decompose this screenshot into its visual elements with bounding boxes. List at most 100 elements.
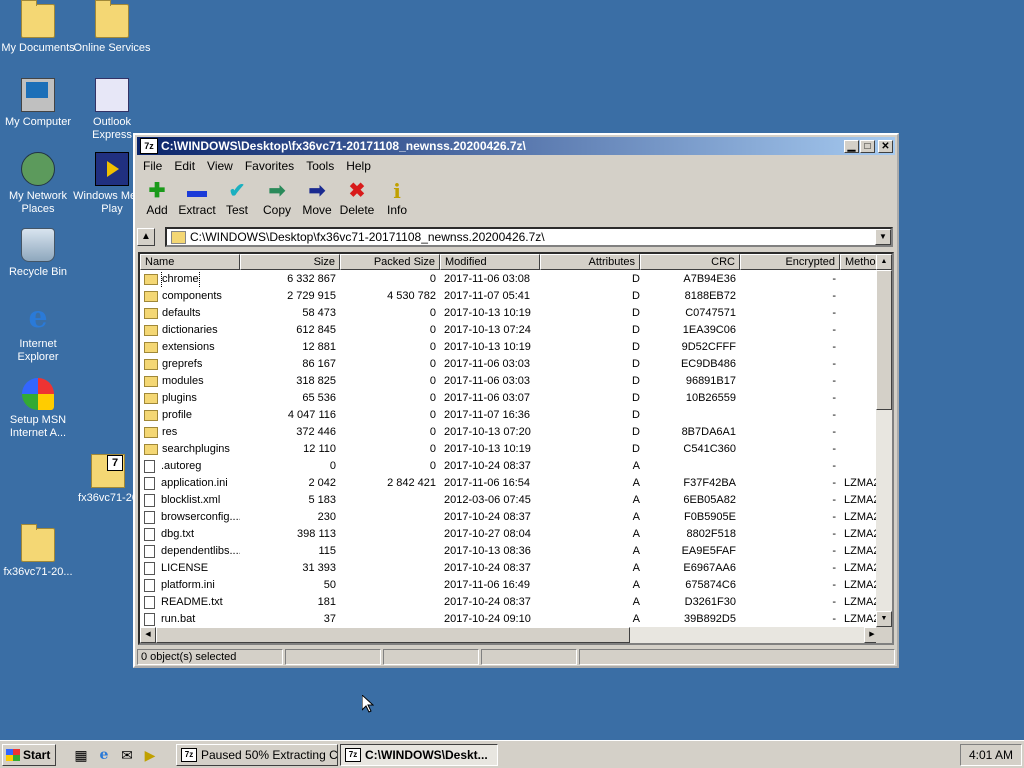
scroll-down-button[interactable]: ▼ xyxy=(876,611,892,627)
cell-name[interactable]: application.ini xyxy=(140,475,240,492)
address-value[interactable]: C:\WINDOWS\Desktop\fx36vc71-20171108_new… xyxy=(190,230,875,244)
cell-name[interactable]: res xyxy=(140,424,240,441)
cell-name[interactable]: run.bat xyxy=(140,611,240,628)
desktop-icon-recycle-bin[interactable]: Recycle Bin xyxy=(0,228,78,279)
cell-name[interactable]: chrome xyxy=(140,271,240,288)
extract-button[interactable]: ▬ Extract xyxy=(177,177,217,225)
taskbar-button-extracting[interactable]: 7z Paused 50% Extracting C:\... xyxy=(176,744,338,766)
taskbar-button-7zip-window[interactable]: 7z C:\WINDOWS\Deskt... xyxy=(340,744,498,766)
cell-name[interactable]: dependentlibs.... xyxy=(140,543,240,560)
table-row[interactable]: modules 318 825 0 2017-11-06 03:03 D 96891B17… xyxy=(140,373,892,390)
table-row[interactable]: dbg.txt 398 113 2017-10-27 08:04 A 8802F518 -… xyxy=(140,526,892,543)
table-row[interactable]: plugins 65 536 0 2017-11-06 03:07 D 10B26559 - xyxy=(140,390,892,407)
add-button[interactable]: ✚ Add xyxy=(137,177,177,225)
cell-name[interactable]: profile xyxy=(140,407,240,424)
table-row[interactable]: dictionaries 612 845 0 2017-10-13 07:24 D 1EA… xyxy=(140,322,892,339)
cell-name[interactable]: platform.ini xyxy=(140,577,240,594)
table-row[interactable]: profile 4 047 116 0 2017-11-07 16:36 D - xyxy=(140,407,892,424)
desktop-icon-online-services[interactable]: Online Services xyxy=(72,0,152,55)
internet-explorer-icon[interactable]: e xyxy=(95,746,113,764)
table-row[interactable]: components 2 729 915 4 530 782 2017-11-07 0… xyxy=(140,288,892,305)
horizontal-scrollbar[interactable]: ◀ ▶ xyxy=(140,627,880,643)
desktop-icon-my-computer[interactable]: My Computer xyxy=(0,78,78,129)
cell-name[interactable]: extensions xyxy=(140,339,240,356)
vertical-scrollbar[interactable]: ▲ ▼ xyxy=(876,254,892,627)
table-row[interactable]: run.bat 37 2017-10-24 09:10 A 39B892D5- LZMA2 xyxy=(140,611,892,628)
scroll-up-button[interactable]: ▲ xyxy=(876,254,892,270)
table-row[interactable]: greprefs 86 167 0 2017-11-06 03:03 D EC9DB486… xyxy=(140,356,892,373)
desktop-icon-my-network-places[interactable]: My Network Places xyxy=(0,152,78,216)
cell-name[interactable]: .autoreg xyxy=(140,458,240,475)
address-combobox[interactable]: C:\WINDOWS\Desktop\fx36vc71-20171108_new… xyxy=(165,227,893,247)
test-button[interactable]: ✔ Test xyxy=(217,177,257,225)
file-list[interactable]: Name Size Packed Size Modified Attribute… xyxy=(138,252,894,645)
cell-name[interactable]: greprefs xyxy=(140,356,240,373)
up-folder-button[interactable]: ▲ xyxy=(137,228,155,246)
cell-name[interactable]: dbg.txt xyxy=(140,526,240,543)
menu-favorites[interactable]: Favorites xyxy=(239,157,300,175)
close-button[interactable]: ✕ xyxy=(878,139,893,153)
cell-packed-size: 0 xyxy=(429,426,436,438)
vertical-scroll-thumb[interactable] xyxy=(876,270,892,410)
outlook-express-icon[interactable]: ✉ xyxy=(118,746,136,764)
horizontal-scroll-thumb[interactable] xyxy=(156,627,630,643)
copy-button[interactable]: ➡ Copy xyxy=(257,177,297,225)
7zip-app-icon[interactable]: 7z xyxy=(140,138,158,154)
cell-name[interactable]: modules xyxy=(140,373,240,390)
column-header-name[interactable]: Name xyxy=(140,254,240,270)
maximize-button[interactable]: □ xyxy=(860,139,875,153)
table-row[interactable]: defaults 58 473 0 2017-10-13 10:19 D C0747571… xyxy=(140,305,892,322)
desktop-icon-internet-explorer[interactable]: e Internet Explorer xyxy=(0,302,78,364)
column-header-encrypted[interactable]: Encrypted xyxy=(740,254,840,270)
menu-file[interactable]: File xyxy=(137,157,168,175)
table-row[interactable]: res 372 446 0 2017-10-13 07:20 D 8B7DA6A1 - xyxy=(140,424,892,441)
column-header-attributes[interactable]: Attributes xyxy=(540,254,640,270)
cell-name[interactable]: searchplugins xyxy=(140,441,240,458)
media-player-icon[interactable]: ▶ xyxy=(141,746,159,764)
scroll-left-button[interactable]: ◀ xyxy=(140,627,156,643)
cell-encrypted: - xyxy=(832,477,836,489)
desktop-icon-label: My Documents xyxy=(1,42,75,54)
table-row[interactable]: searchplugins 12 110 0 2017-10-13 10:19 D C54… xyxy=(140,441,892,458)
desktop-icon-my-documents[interactable]: My Documents xyxy=(0,0,78,55)
column-header-packed-size[interactable]: Packed Size xyxy=(340,254,440,270)
menu-edit[interactable]: Edit xyxy=(168,157,201,175)
desktop-icon-extracted-folder[interactable]: fx36vc71-20... xyxy=(0,524,78,579)
cell-name[interactable]: components xyxy=(140,288,240,305)
status-selection: 0 object(s) selected xyxy=(137,649,283,665)
cell-name[interactable]: browserconfig.... xyxy=(140,509,240,526)
chevron-down-icon[interactable]: ▼ xyxy=(875,229,891,245)
table-row[interactable]: blocklist.xml 5 183 2012-03-06 07:45 A 6EB05… xyxy=(140,492,892,509)
move-button[interactable]: ➡ Move xyxy=(297,177,337,225)
cell-name[interactable]: README.txt xyxy=(140,594,240,611)
column-header-modified[interactable]: Modified xyxy=(440,254,540,270)
cell-name[interactable]: dictionaries xyxy=(140,322,240,339)
cell-name[interactable]: defaults xyxy=(140,305,240,322)
table-row[interactable]: chrome 6 332 867 0 2017-11-06 03:08 D A7B94E3… xyxy=(140,271,892,288)
cell-name[interactable]: LICENSE xyxy=(140,560,240,577)
column-header-crc[interactable]: CRC xyxy=(640,254,740,270)
column-header-method[interactable]: Method xyxy=(840,254,880,270)
cell-name[interactable]: plugins xyxy=(140,390,240,407)
system-tray-clock[interactable]: 4:01 AM xyxy=(960,744,1022,766)
show-desktop-icon[interactable]: ▦ xyxy=(72,746,90,764)
desktop-icon-setup-msn[interactable]: Setup MSN Internet A... xyxy=(0,378,78,440)
title-bar[interactable]: 7z C:\WINDOWS\Desktop\fx36vc71-20171108_… xyxy=(137,137,895,155)
table-row[interactable]: browserconfig.... 230 2017-10-24 08:37 A F0B… xyxy=(140,509,892,526)
menu-view[interactable]: View xyxy=(201,157,239,175)
menu-tools[interactable]: Tools xyxy=(300,157,340,175)
table-row[interactable]: .autoreg 0 0 2017-10-24 08:37 A - xyxy=(140,458,892,475)
table-row[interactable]: LICENSE 31 393 2017-10-24 08:37 A E6967AA6- L… xyxy=(140,560,892,577)
column-header-size[interactable]: Size xyxy=(240,254,340,270)
table-row[interactable]: README.txt 181 2017-10-24 08:37 A D3261F30- L… xyxy=(140,594,892,611)
start-button[interactable]: Start xyxy=(2,744,56,766)
table-row[interactable]: dependentlibs.... 115 2017-10-13 08:36 A EA9… xyxy=(140,543,892,560)
menu-help[interactable]: Help xyxy=(340,157,377,175)
cell-name[interactable]: blocklist.xml xyxy=(140,492,240,509)
info-button[interactable]: i Info xyxy=(377,177,417,225)
table-row[interactable]: extensions 12 881 0 2017-10-13 10:19 D 9D52CF… xyxy=(140,339,892,356)
minimize-button[interactable]: ▁ xyxy=(844,139,859,153)
table-row[interactable]: platform.ini 50 2017-11-06 16:49 A 675874C6 -… xyxy=(140,577,892,594)
delete-button[interactable]: ✖ Delete xyxy=(337,177,377,225)
table-row[interactable]: application.ini 2 042 2 842 421 2017-11-06 … xyxy=(140,475,892,492)
